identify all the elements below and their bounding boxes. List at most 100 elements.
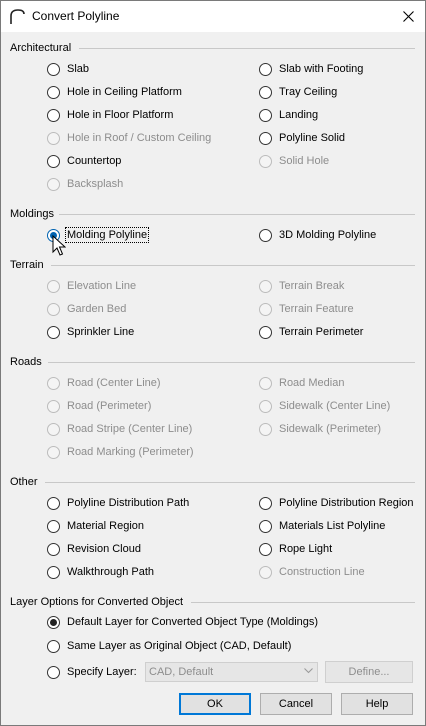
layer-combo-value: CAD, Default [149, 666, 214, 678]
option-label: Construction Line [279, 566, 365, 578]
radio-button[interactable] [47, 615, 60, 629]
option-label: Slab [67, 63, 90, 75]
option-3d-molding-polyline[interactable]: 3D Molding Polyline [259, 226, 376, 244]
option-label: Hole in Floor Platform [67, 109, 174, 121]
radio-button [47, 445, 60, 459]
radio-button[interactable] [47, 325, 60, 339]
help-button[interactable]: Help [341, 693, 413, 715]
moldings-group-label: Moldings [10, 208, 55, 220]
option-countertop[interactable]: Countertop [47, 152, 121, 170]
specify-layer-option[interactable]: Specify Layer: [47, 663, 137, 681]
radio-button[interactable] [259, 62, 272, 76]
radio-button[interactable] [259, 85, 272, 99]
radio-button [47, 279, 60, 293]
option-label: Road (Perimeter) [67, 400, 152, 412]
radio-button[interactable] [47, 108, 60, 122]
polyline-app-icon [10, 9, 25, 24]
option-label: Terrain Break [279, 280, 345, 292]
option-sidewalk-center-line: Sidewalk (Center Line) [259, 397, 390, 415]
option-slab-with-footing[interactable]: Slab with Footing [259, 60, 363, 78]
radio-button [259, 376, 272, 390]
option-label: Polyline Distribution Path [67, 497, 190, 509]
option-backsplash: Backsplash [47, 175, 123, 193]
radio-button[interactable] [47, 496, 60, 510]
option-solid-hole: Solid Hole [259, 152, 329, 170]
radio-button[interactable] [47, 565, 60, 579]
option-label: Molding Polyline [64, 227, 150, 243]
option-landing[interactable]: Landing [259, 106, 318, 124]
layer-options-divider [191, 602, 415, 603]
terrain-group-label: Terrain [10, 259, 44, 271]
radio-button [259, 399, 272, 413]
option-hole-in-ceiling-platform[interactable]: Hole in Ceiling Platform [47, 83, 182, 101]
option-hole-in-roof-custom-ceiling: Hole in Roof / Custom Ceiling [47, 129, 211, 147]
radio-button[interactable] [259, 131, 272, 145]
option-tray-ceiling[interactable]: Tray Ceiling [259, 83, 337, 101]
radio-button [259, 154, 272, 168]
roads-group-divider [48, 362, 415, 363]
radio-button[interactable] [47, 85, 60, 99]
option-rope-light[interactable]: Rope Light [259, 540, 332, 558]
radio-button [47, 376, 60, 390]
radio-button[interactable] [47, 639, 60, 653]
radio-button[interactable] [259, 496, 272, 510]
option-sprinkler-line[interactable]: Sprinkler Line [47, 323, 134, 341]
default-layer-option[interactable]: Default Layer for Converted Object Type … [47, 613, 318, 631]
radio-button[interactable] [259, 519, 272, 533]
define-button: Define... [325, 661, 413, 683]
option-road-median: Road Median [259, 374, 344, 392]
option-label: Countertop [67, 155, 122, 167]
option-material-region[interactable]: Material Region [47, 517, 144, 535]
radio-button [47, 177, 60, 191]
option-revision-cloud[interactable]: Revision Cloud [47, 540, 141, 558]
option-label: Garden Bed [67, 303, 127, 315]
radio-button[interactable] [47, 542, 60, 556]
layer-options-label: Layer Options for Converted Object [10, 596, 184, 608]
option-label: Sprinkler Line [67, 326, 135, 338]
radio-button[interactable] [259, 325, 272, 339]
option-label: Road Marking (Perimeter) [67, 446, 194, 458]
option-label: Elevation Line [67, 280, 137, 292]
option-road-marking-perimeter: Road Marking (Perimeter) [47, 443, 194, 461]
close-icon [402, 11, 414, 22]
architectural-group-divider [79, 48, 415, 49]
option-label: Walkthrough Path [67, 566, 155, 578]
radio-button[interactable] [47, 154, 60, 168]
convert-polyline-dialog: Convert Polyline Architectural Slab Hole i… [0, 0, 426, 726]
option-label: Terrain Feature [279, 303, 354, 315]
radio-button[interactable] [259, 542, 272, 556]
option-polyline-distribution-region[interactable]: Polyline Distribution Region [259, 494, 414, 512]
option-walkthrough-path[interactable]: Walkthrough Path [47, 563, 154, 581]
option-sidewalk-perimeter: Sidewalk (Perimeter) [259, 420, 381, 438]
option-polyline-distribution-path[interactable]: Polyline Distribution Path [47, 494, 189, 512]
same-layer-option[interactable]: Same Layer as Original Object (CAD, Defa… [47, 637, 291, 655]
option-hole-in-floor-platform[interactable]: Hole in Floor Platform [47, 106, 173, 124]
radio-button[interactable] [47, 62, 60, 76]
title-bar: Convert Polyline [1, 1, 425, 32]
option-label: Hole in Ceiling Platform [67, 86, 182, 98]
ok-button[interactable]: OK [179, 693, 251, 715]
option-label: Default Layer for Converted Object Type … [67, 616, 319, 628]
radio-button[interactable] [259, 108, 272, 122]
cancel-button[interactable]: Cancel [260, 693, 332, 715]
option-label: Polyline Solid [279, 132, 346, 144]
option-label: Polyline Distribution Region [279, 497, 414, 509]
option-polyline-solid[interactable]: Polyline Solid [259, 129, 345, 147]
option-materials-list-polyline[interactable]: Materials List Polyline [259, 517, 385, 535]
option-label: Landing [279, 109, 319, 121]
option-slab[interactable]: Slab [47, 60, 89, 78]
window-title: Convert Polyline [32, 9, 120, 23]
option-terrain-perimeter[interactable]: Terrain Perimeter [259, 323, 363, 341]
option-label: Terrain Perimeter [279, 326, 364, 338]
define-button-label: Define... [348, 666, 390, 678]
other-group-label: Other [10, 476, 38, 488]
radio-button[interactable] [47, 519, 60, 533]
close-button[interactable] [391, 1, 425, 32]
radio-button[interactable] [47, 665, 60, 679]
radio-button[interactable] [259, 228, 272, 242]
option-label: Specify Layer: [67, 666, 137, 678]
option-label: Same Layer as Original Object (CAD, Defa… [67, 640, 292, 652]
cancel-button-label: Cancel [278, 698, 314, 710]
option-label: Sidewalk (Center Line) [279, 400, 391, 412]
option-terrain-feature: Terrain Feature [259, 300, 354, 318]
